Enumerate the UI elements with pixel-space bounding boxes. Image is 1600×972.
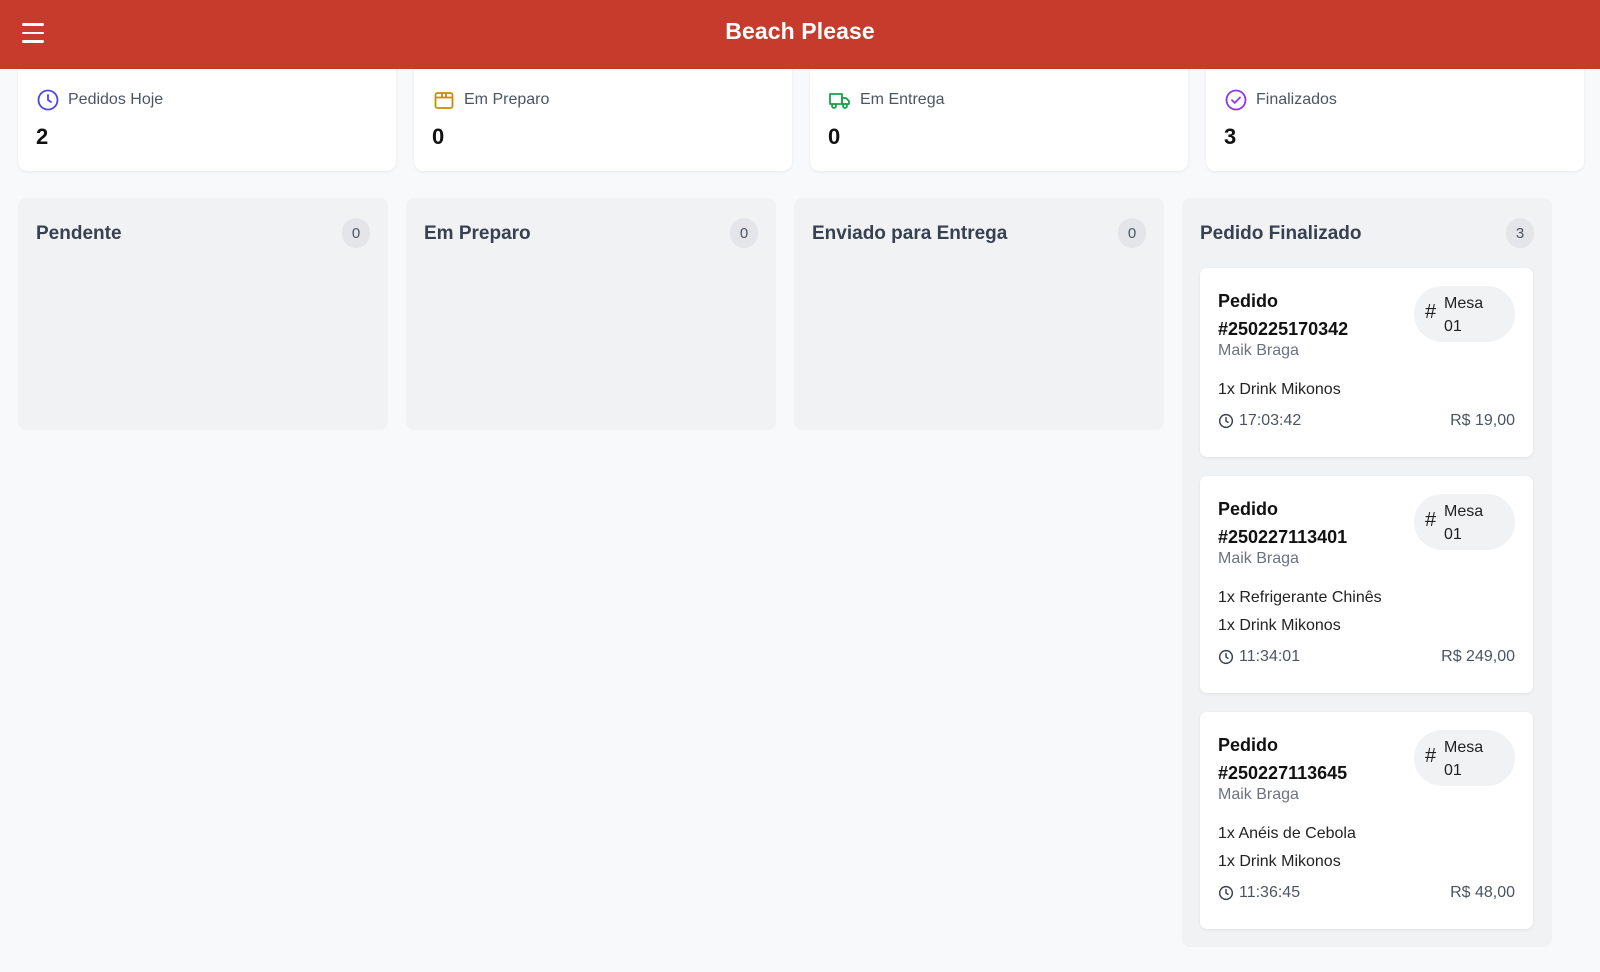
column-enviado-para-entrega: Enviado para Entrega 0 xyxy=(794,198,1164,430)
order-time: 11:36:45 xyxy=(1218,884,1300,902)
order-price: R$ 19,00 xyxy=(1450,412,1515,429)
order-footer: 17:03:42 R$ 19,00 xyxy=(1218,412,1515,430)
clock-icon xyxy=(37,89,59,111)
order-time-text: 11:36:45 xyxy=(1239,884,1301,901)
column-pendente: Pendente 0 xyxy=(18,198,388,430)
stat-value: 2 xyxy=(36,124,49,149)
column-title: Pendente xyxy=(36,223,122,244)
column-em-preparo: Em Preparo 0 xyxy=(406,198,776,430)
order-time: 11:34:01 xyxy=(1218,648,1300,666)
stat-label: Pedidos Hoje xyxy=(68,91,164,108)
customer-name: Maik Braga xyxy=(1218,786,1299,803)
order-item: 1x Drink Mikonos xyxy=(1218,617,1341,634)
clock-icon xyxy=(1218,413,1234,429)
order-item: 1x Anéis de Cebola xyxy=(1218,825,1356,842)
stat-card-em-preparo: Em Preparo 0 xyxy=(414,69,792,171)
customer-name: Maik Braga xyxy=(1218,550,1299,567)
column-count-badge: 0 xyxy=(342,218,370,248)
order-title: Pedido #250225170342 xyxy=(1218,291,1349,339)
table-label: Mesa 01 xyxy=(1444,295,1484,335)
stat-card-finalizados: Finalizados 3 xyxy=(1206,69,1584,171)
order-item: 1x Drink Mikonos xyxy=(1218,853,1341,870)
hash-icon: # xyxy=(1425,301,1437,323)
truck-icon xyxy=(829,93,850,109)
hash-icon: # xyxy=(1425,745,1437,767)
order-item: 1x Drink Mikonos xyxy=(1218,381,1341,398)
order-card[interactable]: Pedido #250225170342 Maik Braga # Mesa 0… xyxy=(1200,268,1533,457)
column-pedido-finalizado: Pedido Finalizado 3 Pedido #250225170342… xyxy=(1182,198,1552,947)
clock-icon xyxy=(1218,649,1234,665)
stat-card-em-entrega: Em Entrega 0 xyxy=(810,69,1188,171)
table-badge: # Mesa 01 xyxy=(1414,286,1515,342)
stat-value: 0 xyxy=(432,124,445,149)
order-title: Pedido #250227113401 xyxy=(1218,499,1348,547)
hash-icon: # xyxy=(1425,509,1437,531)
order-time-text: 17:03:42 xyxy=(1239,412,1302,429)
order-item: 1x Refrigerante Chinês xyxy=(1218,589,1382,606)
column-title: Enviado para Entrega xyxy=(812,223,1008,244)
order-card[interactable]: Pedido #250227113645 Maik Braga # Mesa 0… xyxy=(1200,712,1533,929)
column-title: Pedido Finalizado xyxy=(1200,223,1362,244)
stat-label: Em Entrega xyxy=(860,91,945,108)
order-price: R$ 48,00 xyxy=(1450,884,1515,901)
column-count-badge: 0 xyxy=(1118,218,1146,248)
order-price: R$ 249,00 xyxy=(1441,648,1515,665)
app-title: Beach Please xyxy=(725,18,875,44)
table-badge: # Mesa 01 xyxy=(1414,730,1515,786)
order-items: 1x Refrigerante Chinês 1x Drink Mikonos xyxy=(1218,584,1382,640)
order-footer: 11:36:45 R$ 48,00 xyxy=(1218,884,1515,902)
column-count-badge: 3 xyxy=(1506,218,1534,248)
order-time-text: 11:34:01 xyxy=(1239,648,1301,665)
table-label: Mesa 01 xyxy=(1444,739,1484,779)
stat-label: Finalizados xyxy=(1256,91,1337,108)
package-icon xyxy=(434,92,454,109)
check-circle-icon xyxy=(1225,89,1247,111)
order-items: 1x Drink Mikonos xyxy=(1218,376,1341,404)
top-bar: Beach Please xyxy=(0,0,1600,69)
stat-card-pedidos-hoje: Pedidos Hoje 2 xyxy=(18,69,396,171)
order-items: 1x Anéis de Cebola 1x Drink Mikonos xyxy=(1218,820,1356,876)
stat-label: Em Preparo xyxy=(464,91,550,108)
order-title: Pedido #250227113645 xyxy=(1218,735,1348,783)
clock-icon xyxy=(1218,885,1234,901)
order-footer: 11:34:01 R$ 249,00 xyxy=(1218,648,1515,666)
stat-value: 3 xyxy=(1224,124,1237,149)
column-title: Em Preparo xyxy=(424,223,531,244)
table-badge: # Mesa 01 xyxy=(1414,494,1515,550)
column-count-badge: 0 xyxy=(730,218,758,248)
order-card[interactable]: Pedido #250227113401 Maik Braga # Mesa 0… xyxy=(1200,476,1533,693)
stat-value: 0 xyxy=(828,124,841,149)
order-time: 17:03:42 xyxy=(1218,412,1301,430)
table-label: Mesa 01 xyxy=(1444,503,1484,543)
customer-name: Maik Braga xyxy=(1218,342,1299,359)
